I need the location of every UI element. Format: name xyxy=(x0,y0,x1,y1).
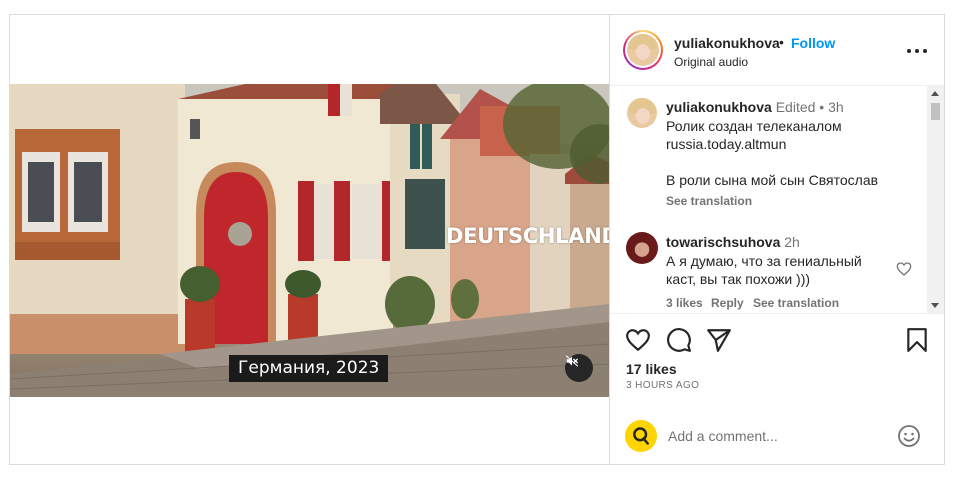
scrollbar-thumb[interactable] xyxy=(931,103,940,120)
post-side-panel: yuliakonukhova • Follow Original audio y… xyxy=(609,15,944,464)
add-comment-bar xyxy=(610,410,944,464)
more-options-icon[interactable] xyxy=(907,41,927,61)
instagram-post: DEUTSCHLAND, 2 Германия, 2023 yuliakonuk… xyxy=(9,14,945,465)
bookmark-icon[interactable] xyxy=(904,327,930,353)
video-subtitle: Германия, 2023 xyxy=(229,355,389,382)
comment-header: yuliakonukhova Edited • 3h xyxy=(666,98,844,116)
comment-line: В роли сына мой сын Святослав xyxy=(666,172,879,188)
user-avatar xyxy=(625,420,657,452)
smiley-face-icon[interactable] xyxy=(897,424,921,448)
likes-count[interactable]: 17 likes xyxy=(626,361,677,377)
comment-header: towarischsuhova 2h xyxy=(666,233,800,251)
comment-line[interactable]: russia.today.altmun xyxy=(666,135,786,153)
scroll-down-arrow-icon[interactable] xyxy=(931,303,939,308)
comment-icon[interactable] xyxy=(666,327,692,353)
comment-line: Ролик создан телеканалом xyxy=(666,118,842,134)
comment-like-icon[interactable] xyxy=(896,261,912,277)
add-comment-input[interactable] xyxy=(668,426,868,446)
comment-likes[interactable]: 3 likes xyxy=(666,296,703,310)
avatar-image xyxy=(627,34,659,66)
comment-meta: Edited • 3h xyxy=(775,99,844,115)
comment-meta: 2h xyxy=(784,234,800,250)
post-timestamp[interactable]: 3 HOURS AGO xyxy=(626,380,699,391)
author-username[interactable]: yuliakonukhova xyxy=(674,35,780,51)
comments-list: yuliakonukhova Edited • 3h Ролик создан … xyxy=(610,86,944,314)
comment-avatar[interactable] xyxy=(626,232,658,264)
action-bar xyxy=(610,315,944,365)
mute-button[interactable] xyxy=(565,354,593,382)
follow-button[interactable]: Follow xyxy=(791,35,835,51)
search-icon xyxy=(633,427,649,445)
comment-avatar[interactable] xyxy=(626,97,658,129)
see-translation-link[interactable]: See translation xyxy=(666,194,752,208)
comments-scrollbar[interactable] xyxy=(927,86,944,313)
speaker-muted-icon xyxy=(565,355,579,367)
author-avatar[interactable] xyxy=(623,30,663,70)
video-player[interactable]: DEUTSCHLAND, 2 Германия, 2023 xyxy=(10,84,609,397)
post-media: DEUTSCHLAND, 2 Германия, 2023 xyxy=(10,15,609,464)
scroll-up-arrow-icon[interactable] xyxy=(931,91,939,96)
separator-dot: • xyxy=(779,34,784,50)
reply-button[interactable]: Reply xyxy=(711,296,744,310)
audio-label[interactable]: Original audio xyxy=(674,55,748,69)
comment-line: А я думаю, что за гениальный xyxy=(666,253,862,269)
share-icon[interactable] xyxy=(706,327,732,353)
video-overlay-text: DEUTSCHLAND, 2 xyxy=(446,224,609,248)
comment-username[interactable]: towarischsuhova xyxy=(666,234,780,250)
see-translation-link[interactable]: See translation xyxy=(753,296,839,310)
avatar-image xyxy=(627,98,657,128)
comment-line: каст, вы так похожи ))) xyxy=(666,271,811,287)
post-header: yuliakonukhova • Follow Original audio xyxy=(610,15,944,86)
comment-username[interactable]: yuliakonukhova xyxy=(666,99,772,115)
heart-icon[interactable] xyxy=(625,327,651,353)
